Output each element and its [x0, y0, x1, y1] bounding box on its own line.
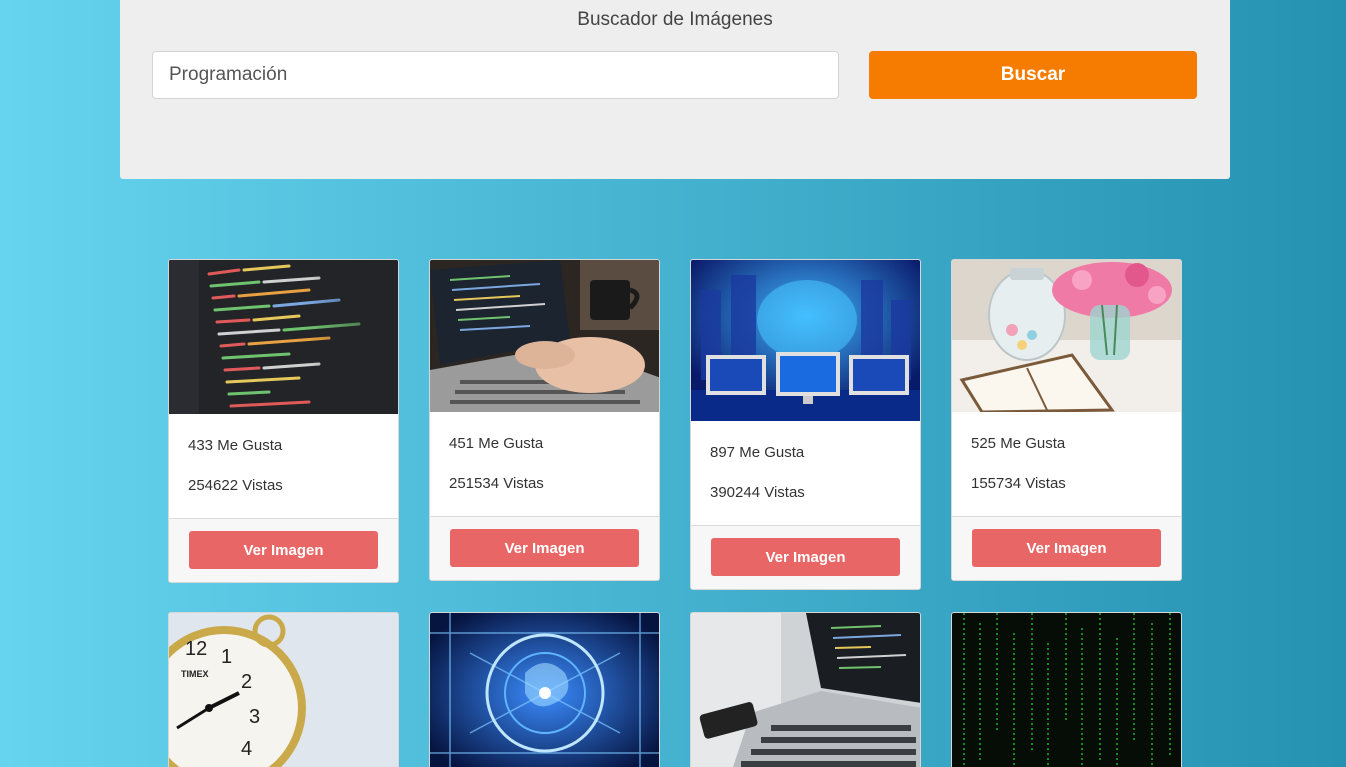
- svg-text:4: 4: [241, 738, 252, 760]
- likes-count: 897 Me Gusta: [710, 444, 805, 461]
- card-footer: Ver Imagen: [952, 516, 1181, 580]
- card-image-alarm-clock: 12 1 2 3 4 TIMEX: [169, 613, 398, 767]
- search-button[interactable]: Buscar: [869, 51, 1197, 99]
- image-card: 451 Me Gusta 251534 Vistas Ver Imagen: [429, 259, 660, 581]
- card-image-laptop-typing: [430, 260, 659, 412]
- page-title: Buscador de Imágenes: [577, 9, 773, 30]
- card-image-monitors-network: [691, 260, 920, 421]
- card-image-desk-flowers: [952, 260, 1181, 412]
- card-footer: Ver Imagen: [691, 525, 920, 589]
- view-image-button[interactable]: Ver Imagen: [711, 538, 900, 576]
- views-count: 254622 Vistas: [188, 477, 283, 494]
- image-card: [690, 612, 921, 767]
- image-card: [429, 612, 660, 767]
- views-count: 390244 Vistas: [710, 484, 805, 501]
- image-card: 525 Me Gusta 155734 Vistas Ver Imagen: [951, 259, 1182, 581]
- svg-text:3: 3: [249, 706, 260, 728]
- search-panel: Buscador de Imágenes Buscar: [120, 0, 1230, 179]
- card-body: 897 Me Gusta 390244 Vistas: [691, 421, 920, 525]
- image-card: [951, 612, 1182, 767]
- card-image-laptop-phone: [691, 613, 920, 767]
- card-image-code-editor: [169, 260, 398, 414]
- views-count: 251534 Vistas: [449, 475, 544, 492]
- card-body: 525 Me Gusta 155734 Vistas: [952, 412, 1181, 516]
- card-body: 451 Me Gusta 251534 Vistas: [430, 412, 659, 516]
- image-card: 12 1 2 3 4 TIMEX: [168, 612, 399, 767]
- svg-text:2: 2: [241, 671, 252, 693]
- svg-text:12: 12: [185, 638, 207, 660]
- card-image-matrix-code: [952, 613, 1181, 767]
- image-card: 433 Me Gusta 254622 Vistas Ver Imagen: [168, 259, 399, 583]
- views-count: 155734 Vistas: [971, 475, 1066, 492]
- card-footer: Ver Imagen: [169, 518, 398, 582]
- view-image-button[interactable]: Ver Imagen: [450, 529, 639, 567]
- svg-text:1: 1: [221, 646, 232, 668]
- view-image-button[interactable]: Ver Imagen: [189, 531, 378, 569]
- likes-count: 525 Me Gusta: [971, 435, 1066, 452]
- search-input[interactable]: [152, 51, 839, 99]
- card-image-circuit-brain: [430, 613, 659, 767]
- card-footer: Ver Imagen: [430, 516, 659, 580]
- likes-count: 433 Me Gusta: [188, 437, 283, 454]
- image-card: 897 Me Gusta 390244 Vistas Ver Imagen: [690, 259, 921, 590]
- likes-count: 451 Me Gusta: [449, 435, 544, 452]
- card-body: 433 Me Gusta 254622 Vistas: [169, 414, 398, 518]
- svg-text:TIMEX: TIMEX: [181, 669, 209, 679]
- view-image-button[interactable]: Ver Imagen: [972, 529, 1161, 567]
